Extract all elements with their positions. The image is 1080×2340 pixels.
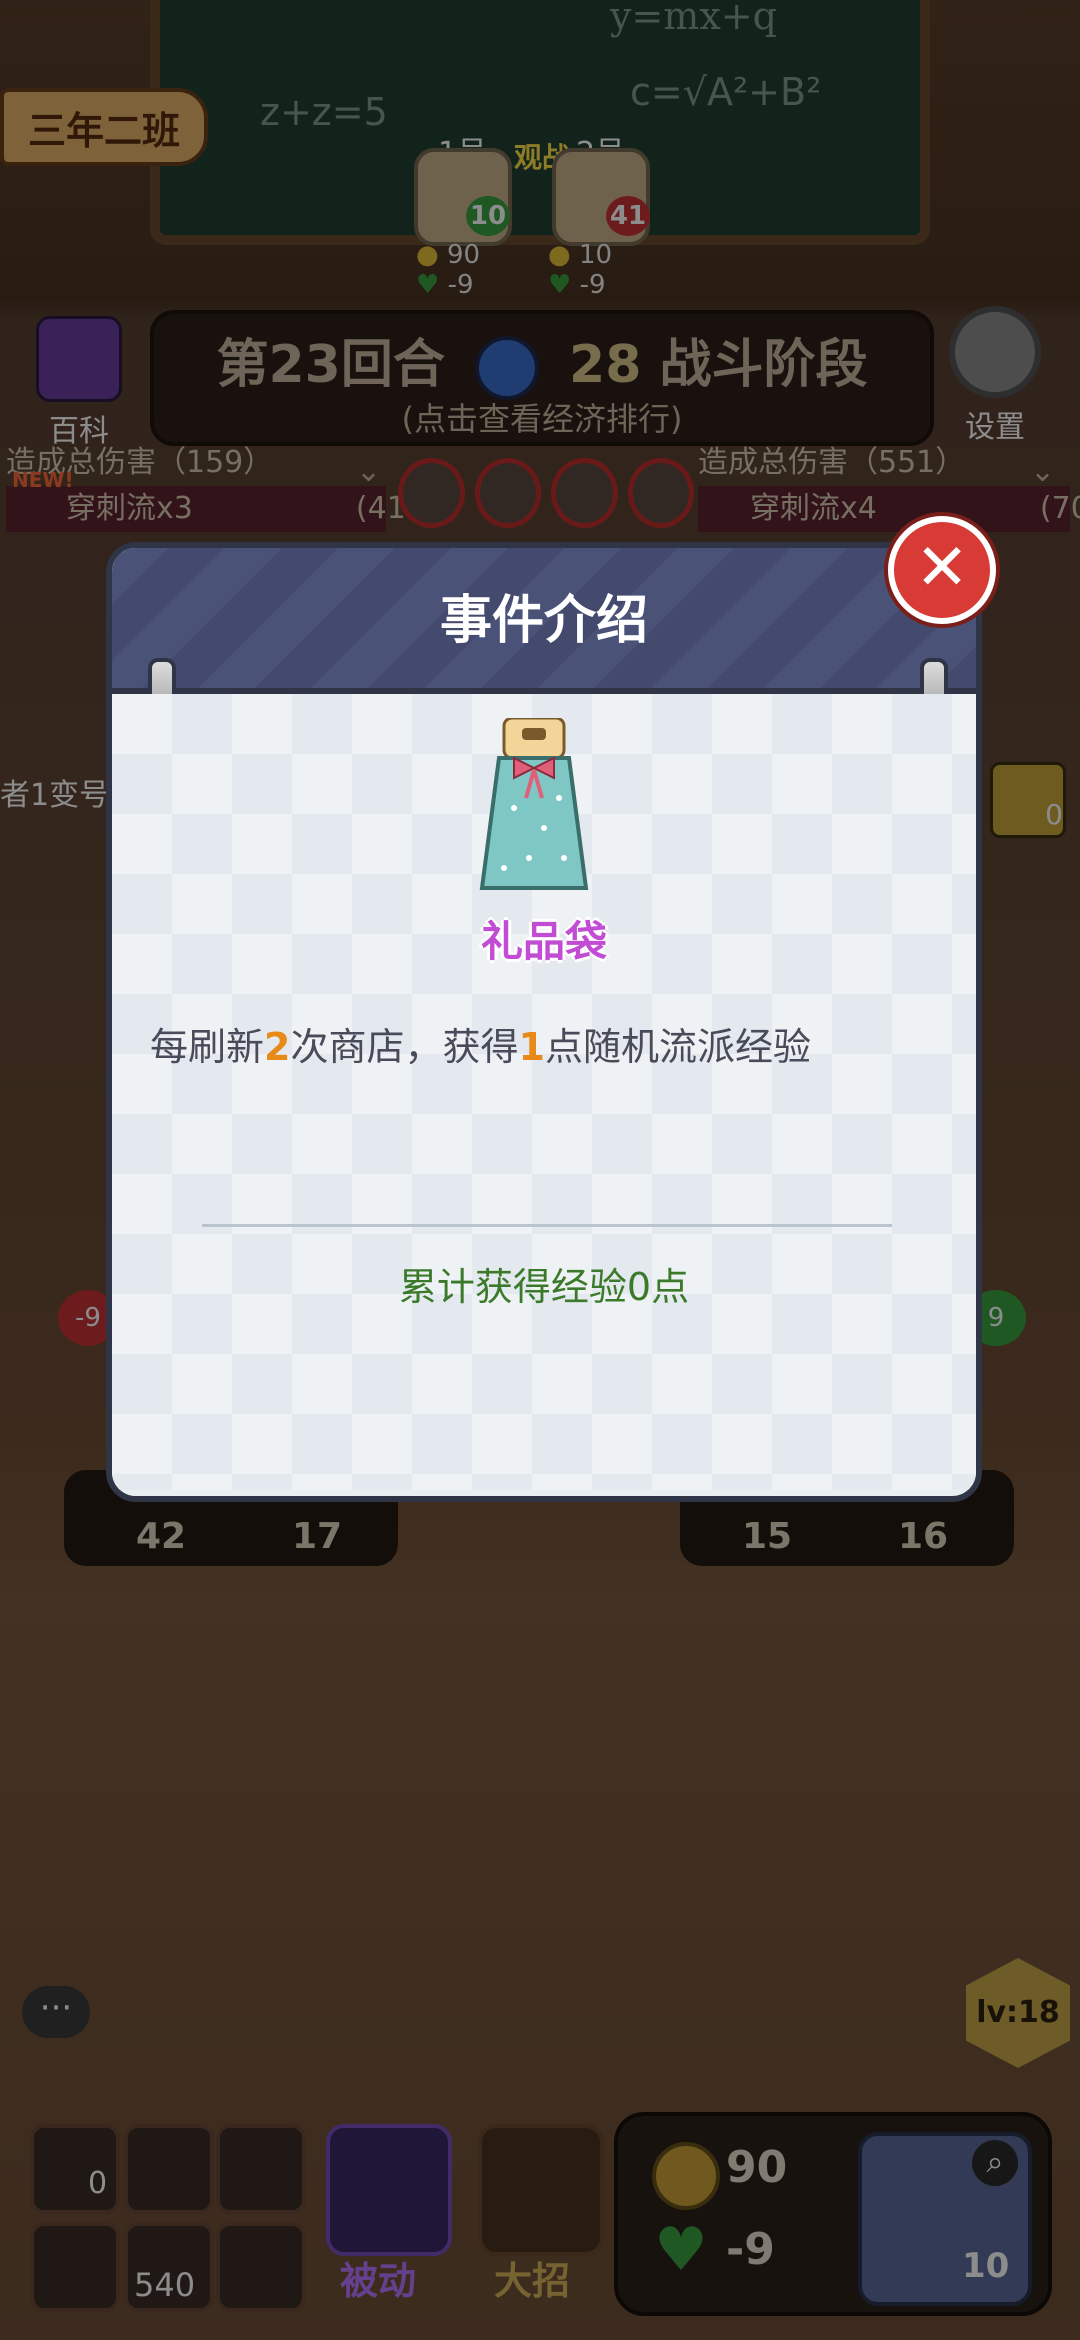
desc-number: 2: [264, 1025, 291, 1069]
desc-text: 点随机流派经验: [544, 1025, 811, 1069]
close-button[interactable]: ✕: [888, 516, 996, 624]
desc-text: 每刷新: [150, 1025, 265, 1069]
divider: [202, 1224, 892, 1227]
dialog-header: 事件介绍: [112, 548, 976, 694]
desc-text: 次商店，获得: [290, 1025, 519, 1069]
event-intro-dialog: 事件介绍 礼品袋 每刷新2次商店，获得1点随机流派经验 累计获得经验0点: [106, 542, 982, 1502]
accumulated-exp: 累计获得经验0点: [398, 1265, 690, 1309]
item-name: 礼品袋: [480, 917, 607, 966]
event-description: 每刷新2次商店，获得1点随机流派经验: [150, 1016, 950, 1071]
desc-number: 1: [518, 1025, 545, 1069]
dialog-body: 礼品袋 每刷新2次商店，获得1点随机流派经验 累计获得经验0点: [112, 694, 976, 1490]
dialog-title: 事件介绍: [439, 591, 648, 651]
gift-bag-icon: [479, 718, 589, 890]
